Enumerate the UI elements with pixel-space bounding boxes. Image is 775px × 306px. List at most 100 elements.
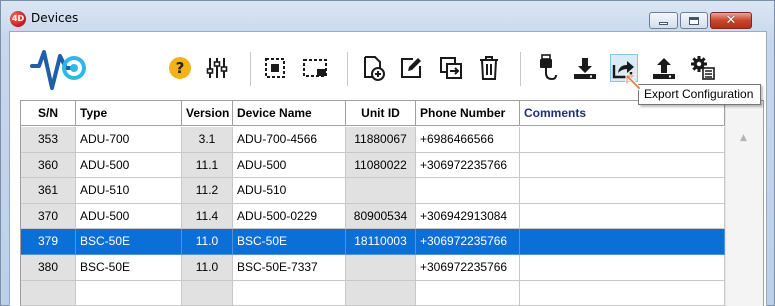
cell-sn[interactable]: 379 [21,229,76,255]
cell-type[interactable]: ADU-500 [76,203,182,230]
devices-window: 4D Devices ✕ ? S/N Type Version Device N… [0,0,775,306]
cell-type[interactable]: ADU-700 [76,127,182,153]
deselect-button[interactable] [301,54,329,82]
window-title: Devices [31,11,79,25]
table-row[interactable]: 353 ADU-700 3.1 ADU-700-4566 11880067 +698646… [21,127,725,153]
cell-version[interactable]: 11.0 [182,254,233,281]
edit-device-button[interactable] [397,54,425,82]
cell-type[interactable] [76,280,182,306]
cell-sn[interactable]: 360 [21,152,76,179]
import-configuration-button[interactable] [571,54,599,82]
duplicate-icon [440,57,462,79]
cell-unit-id[interactable]: 18110003 [346,229,416,255]
column-header-device-name[interactable]: Device Name [233,101,346,126]
connect-usb-button[interactable] [534,54,562,82]
cell-version[interactable]: 11.4 [182,203,233,230]
cell-comments[interactable] [520,152,725,179]
cell-type[interactable]: ADU-510 [76,178,182,204]
cell-device-name[interactable] [233,280,346,306]
cell-phone-number[interactable]: +306942913084 [416,203,520,230]
vertical-scrollbar[interactable]: ▲ [725,101,763,306]
trash-icon [480,56,498,80]
upload-button[interactable] [650,54,678,82]
cell-phone-number[interactable]: +6986466566 [416,127,520,153]
cell-unit-id[interactable] [346,178,416,204]
cell-comments[interactable] [520,254,725,281]
cell-unit-id[interactable] [346,280,416,306]
cell-device-name[interactable]: BSC-50E [233,229,346,255]
table-row[interactable]: 370 ADU-500 11.4 ADU-500-0229 80900534 +30694… [21,203,725,230]
upload-icon [653,58,675,79]
cell-version[interactable]: 11.1 [182,152,233,179]
cell-sn[interactable]: 380 [21,254,76,281]
edit-icon [401,58,421,78]
scroll-up-icon[interactable]: ▲ [740,133,747,143]
cell-comments[interactable] [520,178,725,204]
cell-device-name[interactable]: BSC-50E-7337 [233,254,346,281]
table-row[interactable]: 379 BSC-50E 11.0 BSC-50E 18110003 +3069722357… [21,229,725,255]
select-all-button[interactable] [261,54,289,82]
cell-version[interactable] [182,280,233,306]
new-device-button[interactable] [359,54,387,82]
close-button[interactable]: ✕ [710,12,752,29]
cell-unit-id[interactable] [346,254,416,281]
cell-version[interactable]: 3.1 [182,127,233,153]
cell-phone-number[interactable] [416,280,520,306]
column-header-version[interactable]: Version [182,101,233,126]
cell-unit-id[interactable]: 80900534 [346,203,416,230]
cell-phone-number[interactable] [416,178,520,204]
cell-type[interactable]: BSC-50E [76,254,182,281]
tooltip: Export Configuration [638,84,761,105]
cell-sn[interactable]: 353 [21,127,76,153]
cell-device-name[interactable]: ADU-500 [233,152,346,179]
cell-device-name[interactable]: ADU-700-4566 [233,127,346,153]
help-button[interactable]: ? [166,54,194,82]
devices-table[interactable]: S/N Type Version Device Name Unit ID Pho… [20,100,764,306]
app-icon: 4D [10,11,26,27]
cell-phone-number[interactable]: +306972235766 [416,229,520,255]
cell-phone-number[interactable]: +306972235766 [416,254,520,281]
cell-type[interactable]: BSC-50E [76,229,182,255]
cell-version[interactable]: 11.2 [182,178,233,204]
sliders-icon [206,58,228,78]
column-header-type[interactable]: Type [76,101,182,126]
table-header: S/N Type Version Device Name Unit ID Pho… [21,101,725,126]
client-area: ? S/N Type Version Device Name Unit ID P… [9,31,767,306]
settings-button[interactable] [203,54,231,82]
cell-sn[interactable] [21,280,76,306]
delete-device-button[interactable] [475,54,503,82]
table-row[interactable]: 380 BSC-50E 11.0 BSC-50E-7337 +306972235766 [21,254,725,281]
column-header-phone-number[interactable]: Phone Number [416,101,520,126]
cell-comments[interactable] [520,229,725,255]
table-body: 353 ADU-700 3.1 ADU-700-4566 11880067 +698646… [21,127,725,306]
app-logo [30,50,86,90]
column-header-unit-id[interactable]: Unit ID [346,101,416,126]
minimize-button[interactable] [649,12,678,29]
cell-comments[interactable] [520,127,725,153]
maximize-button[interactable] [680,12,708,29]
cell-sn[interactable]: 361 [21,178,76,204]
cell-device-name[interactable]: ADU-510 [233,178,346,204]
gears-icon [691,56,715,80]
cell-version[interactable]: 11.0 [182,229,233,255]
cell-unit-id[interactable]: 11080022 [346,152,416,179]
cell-sn[interactable]: 370 [21,203,76,230]
table-row[interactable] [21,280,725,306]
cell-comments[interactable] [520,280,725,306]
column-header-sn[interactable]: S/N [21,101,76,126]
cell-type[interactable]: ADU-500 [76,152,182,179]
table-row[interactable]: 360 ADU-500 11.1 ADU-500 11080022 +3069722357… [21,152,725,179]
cell-unit-id[interactable]: 11880067 [346,127,416,153]
cell-phone-number[interactable]: +306972235766 [416,152,520,179]
new-document-icon [364,56,385,81]
toolbar-separator [250,52,251,86]
cell-comments[interactable] [520,203,725,230]
configure-button[interactable] [689,54,717,82]
duplicate-device-button[interactable] [437,54,465,82]
cell-device-name[interactable]: ADU-500-0229 [233,203,346,230]
title-bar[interactable]: 4D Devices ✕ [1,1,774,31]
usb-cable-icon [540,54,557,81]
table-row[interactable]: 361 ADU-510 11.2 ADU-510 [21,178,725,204]
toolbar-separator [520,52,521,86]
select-all-icon [265,58,285,78]
